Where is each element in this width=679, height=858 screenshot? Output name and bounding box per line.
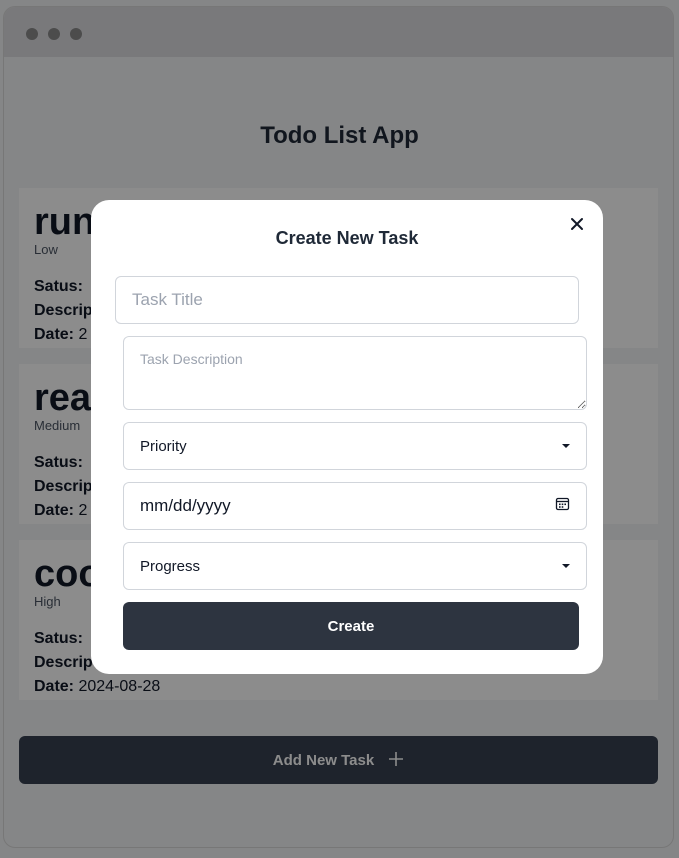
task-description-input[interactable] xyxy=(123,336,587,410)
task-title-input[interactable] xyxy=(115,276,579,324)
priority-select-label: Priority xyxy=(140,437,187,455)
progress-select-label: Progress xyxy=(140,557,201,575)
priority-select[interactable]: Priority xyxy=(123,422,587,470)
chevron-down-icon xyxy=(562,444,570,448)
progress-select[interactable]: Progress xyxy=(123,542,587,590)
chevron-down-icon xyxy=(562,564,570,568)
close-icon[interactable] xyxy=(565,212,589,236)
create-task-modal: Create New Task Priority mm/dd/yyyy Prog… xyxy=(91,200,603,674)
calendar-icon[interactable] xyxy=(555,496,570,516)
due-date-input[interactable]: mm/dd/yyyy xyxy=(123,482,587,530)
create-button[interactable]: Create xyxy=(123,602,579,650)
due-date-placeholder: mm/dd/yyyy xyxy=(140,496,231,515)
modal-title: Create New Task xyxy=(275,228,419,248)
